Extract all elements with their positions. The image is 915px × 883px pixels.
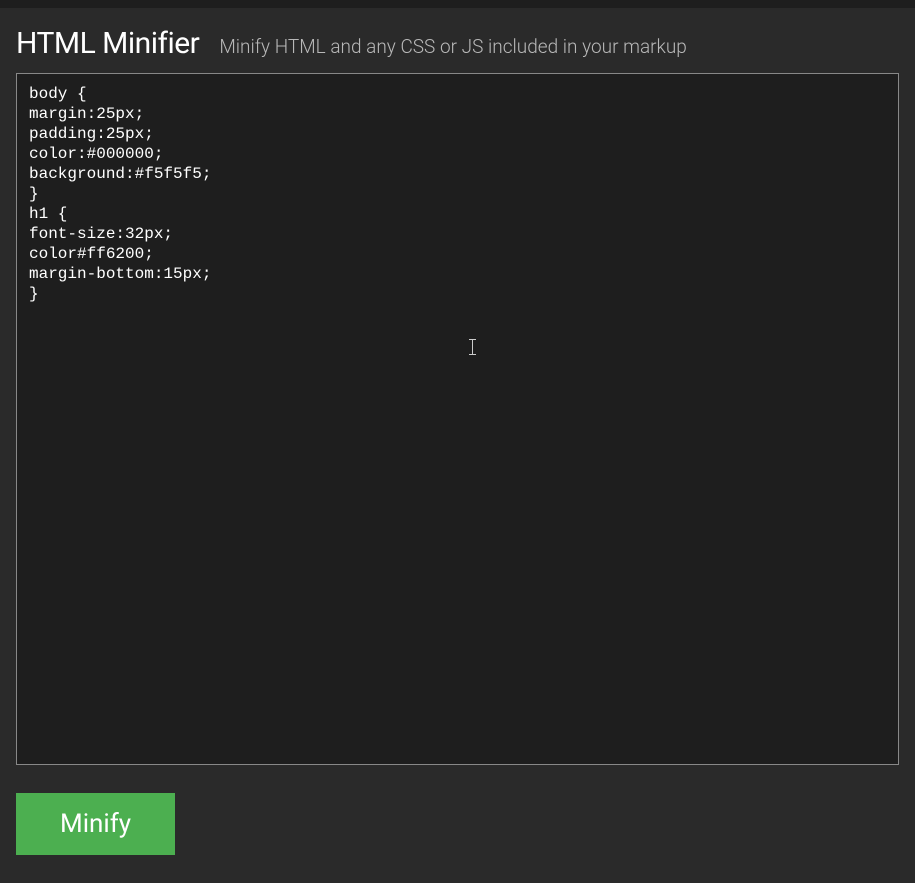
editor-container bbox=[16, 73, 899, 765]
code-input[interactable] bbox=[17, 74, 898, 764]
minify-button[interactable]: Minify bbox=[16, 793, 175, 855]
top-bar bbox=[0, 0, 915, 8]
button-row: Minify bbox=[0, 765, 915, 883]
page-subtitle: Minify HTML and any CSS or JS included i… bbox=[219, 35, 687, 58]
header: HTML Minifier Minify HTML and any CSS or… bbox=[0, 8, 915, 73]
page-title: HTML Minifier bbox=[16, 26, 199, 61]
